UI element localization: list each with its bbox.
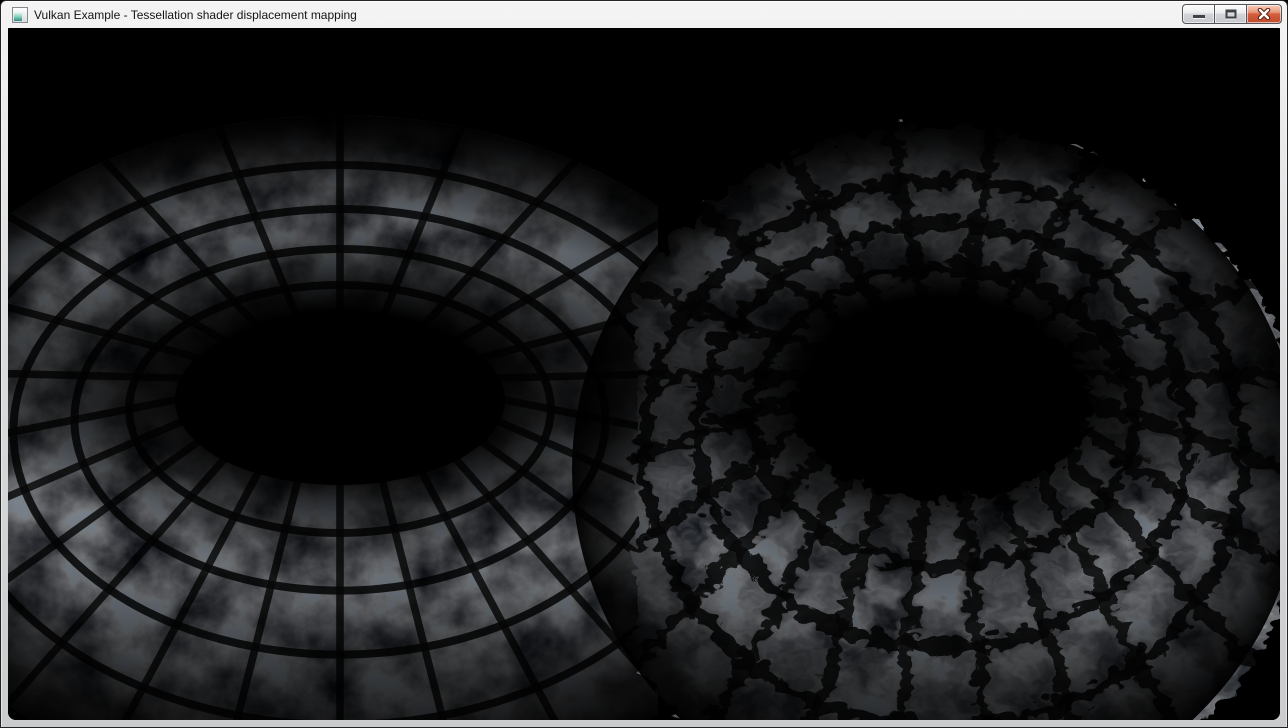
minimize-icon (1193, 15, 1205, 18)
window-controls (1182, 4, 1282, 24)
minimize-button[interactable] (1182, 4, 1214, 24)
maximize-icon (1225, 10, 1236, 19)
window-title: Vulkan Example - Tessellation shader dis… (34, 8, 357, 22)
maximize-button[interactable] (1214, 4, 1246, 24)
render-viewport[interactable] (8, 28, 1280, 720)
app-window: Vulkan Example - Tessellation shader dis… (0, 0, 1288, 728)
close-button[interactable] (1246, 4, 1282, 24)
vulkan-scene[interactable] (8, 28, 1280, 720)
close-icon (1257, 8, 1272, 20)
titlebar[interactable]: Vulkan Example - Tessellation shader dis… (2, 2, 1286, 28)
app-icon (12, 7, 28, 23)
